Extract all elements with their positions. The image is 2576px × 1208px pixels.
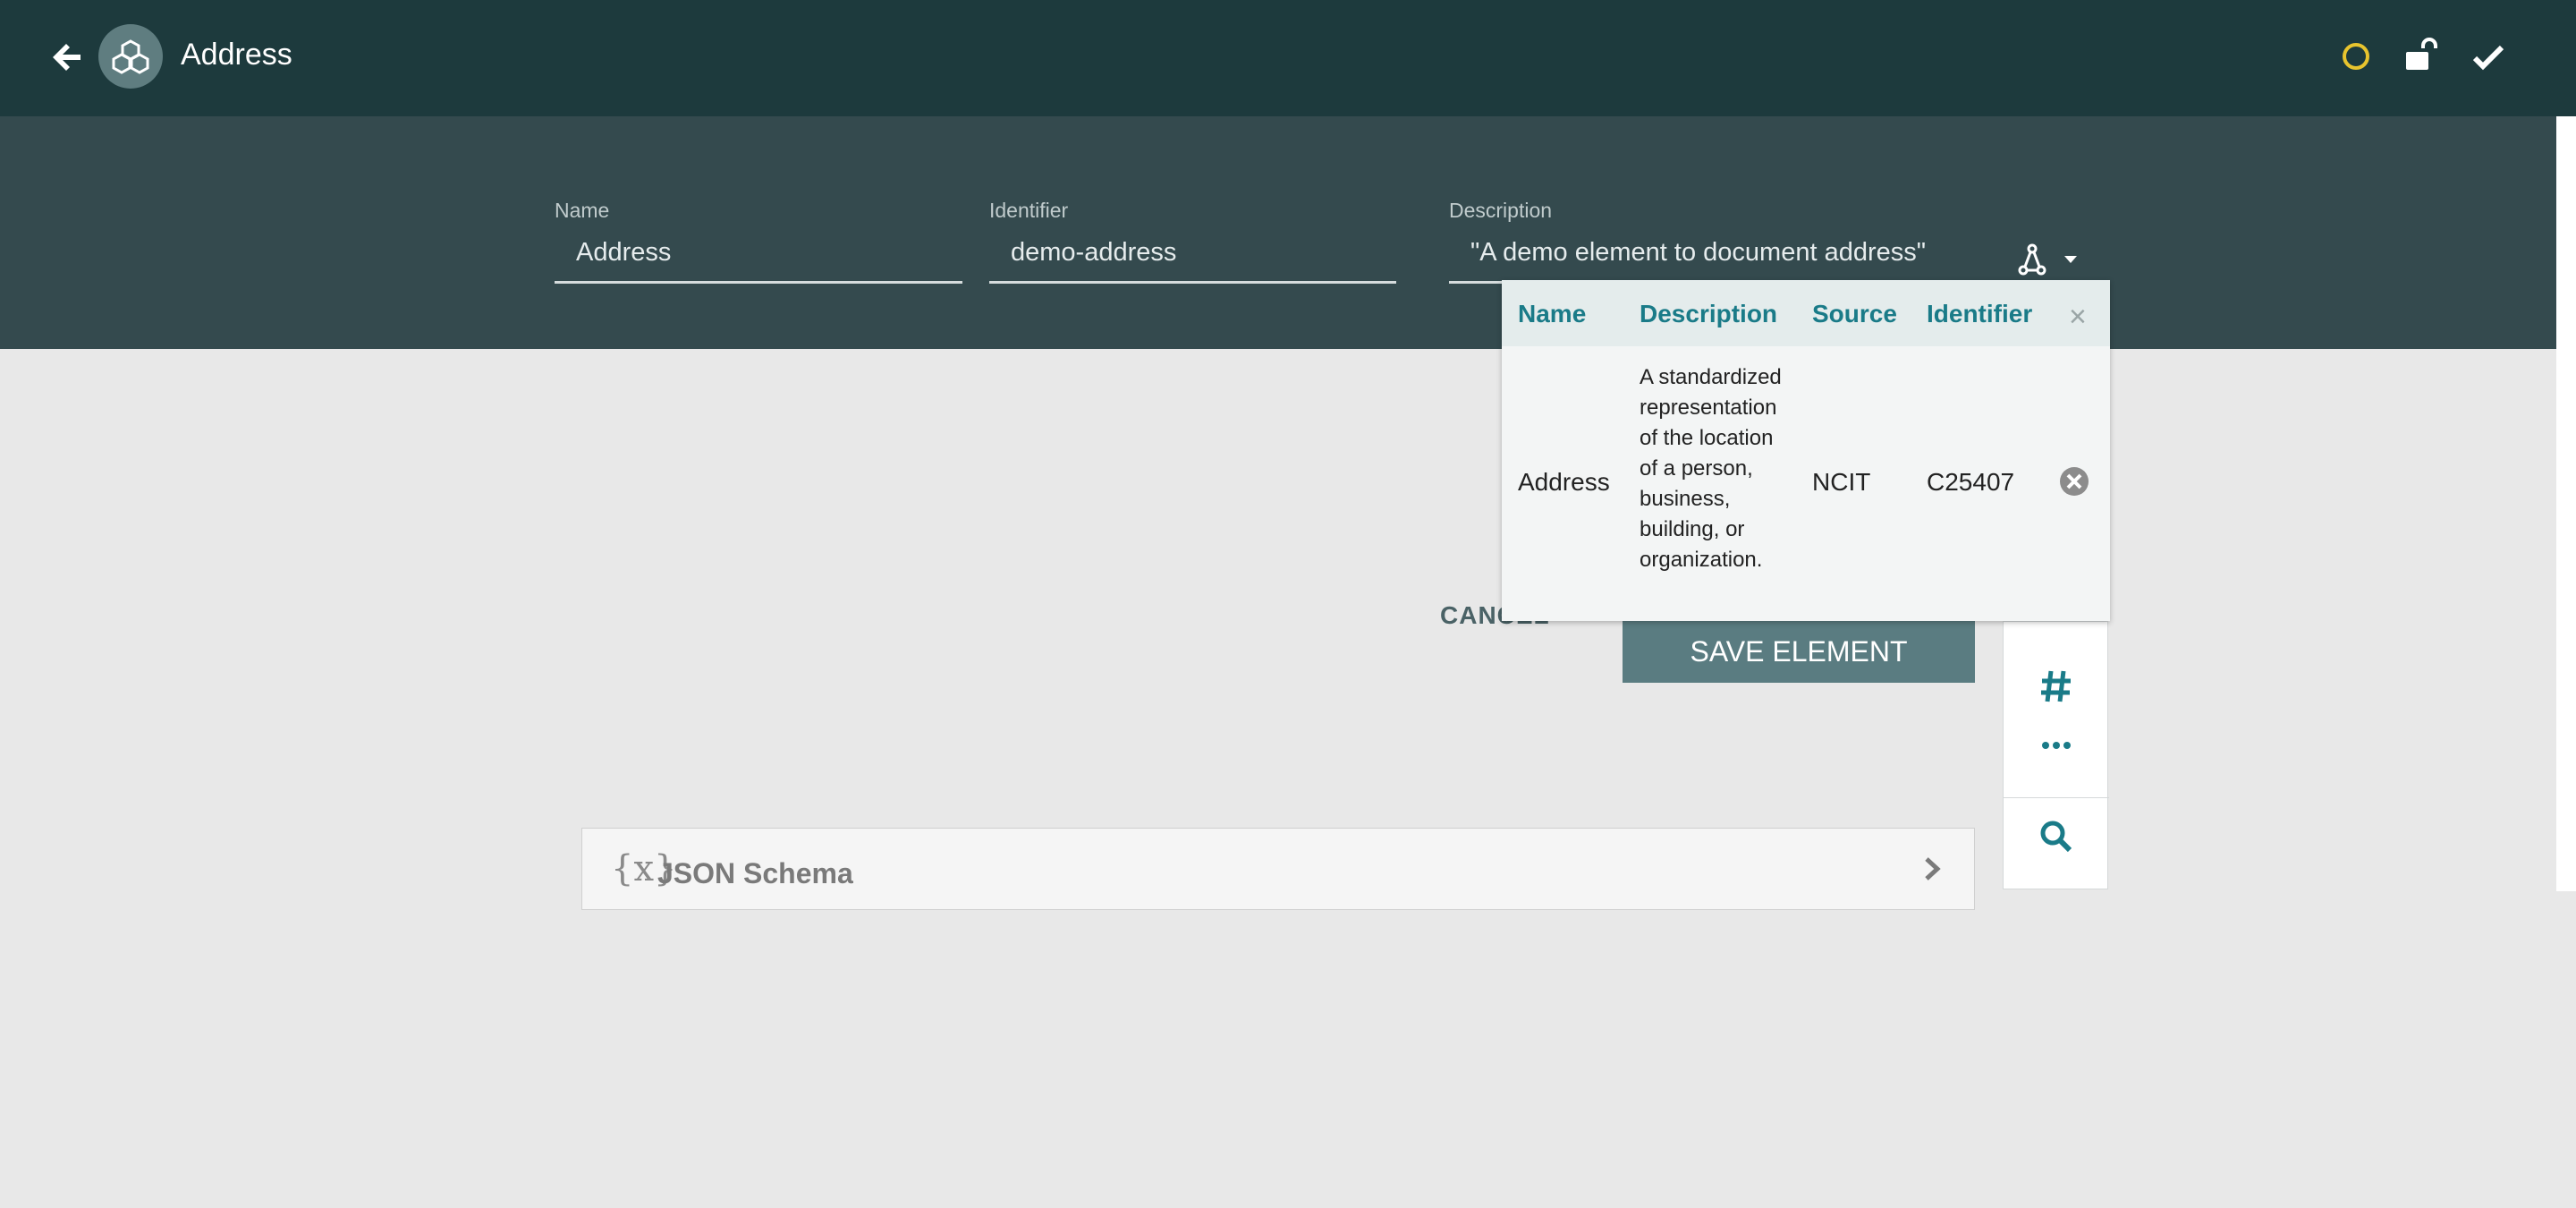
description-label: Description bbox=[1449, 199, 1553, 222]
name-input[interactable] bbox=[576, 238, 952, 268]
row-identifier: C25407 bbox=[1927, 468, 2015, 496]
remove-circle-icon[interactable] bbox=[2058, 465, 2090, 498]
status-circle-icon bbox=[2343, 43, 2369, 70]
top-app-bar: Address bbox=[0, 0, 2576, 116]
checkmark-icon[interactable] bbox=[2470, 39, 2506, 75]
row-source: NCIT bbox=[1812, 468, 1871, 496]
semantic-link-popover: Name Description Source Identifier × Add… bbox=[1502, 280, 2110, 621]
cubes-icon bbox=[98, 24, 163, 89]
column-header-description: Description bbox=[1640, 300, 1778, 328]
page-title: Address bbox=[181, 38, 292, 72]
identifier-label: Identifier bbox=[989, 199, 1069, 222]
description-underline bbox=[1449, 281, 1503, 284]
column-header-source: Source bbox=[1812, 300, 1897, 328]
ellipsis-icon bbox=[2042, 742, 2071, 749]
arrow-left-icon[interactable] bbox=[50, 39, 86, 75]
toolbar-search-button[interactable] bbox=[2004, 819, 2109, 855]
vertical-scrollbar[interactable] bbox=[2556, 116, 2576, 891]
description-input[interactable] bbox=[1470, 238, 1927, 268]
name-field: Name bbox=[555, 199, 962, 369]
unlock-icon[interactable] bbox=[2403, 38, 2439, 73]
save-element-button[interactable]: SAVE ELEMENT bbox=[1623, 621, 1975, 683]
element-form-panel: Name Identifier Description bbox=[0, 116, 2556, 349]
identifier-underline bbox=[989, 281, 1396, 284]
search-icon bbox=[2040, 821, 2072, 853]
toolbar-divider bbox=[2004, 797, 2109, 798]
side-toolbar bbox=[2003, 586, 2109, 889]
identifier-field: Identifier bbox=[989, 199, 1396, 369]
semantic-link-button[interactable] bbox=[2016, 242, 2084, 277]
name-label: Name bbox=[555, 199, 610, 222]
toolbar-hash-button[interactable] bbox=[2004, 668, 2109, 704]
json-schema-accordion[interactable]: {x} JSON Schema bbox=[581, 828, 1975, 910]
hash-icon bbox=[2041, 670, 2071, 702]
identifier-input[interactable] bbox=[1011, 238, 1386, 268]
close-icon[interactable]: × bbox=[2069, 302, 2087, 332]
caret-down-icon bbox=[2064, 256, 2077, 263]
name-underline bbox=[555, 281, 962, 284]
graph-nodes-icon bbox=[2018, 243, 2077, 276]
chevron-right-icon bbox=[1925, 857, 1941, 880]
column-header-name: Name bbox=[1518, 300, 1587, 328]
column-header-identifier: Identifier bbox=[1927, 300, 2033, 328]
json-schema-label: JSON Schema bbox=[657, 857, 853, 889]
toolbar-more-button[interactable] bbox=[2004, 738, 2109, 753]
row-description: A standardized representation of the loc… bbox=[1640, 365, 1782, 572]
row-name: Address bbox=[1518, 468, 1610, 496]
popover-header: Name Description Source Identifier × bbox=[1502, 280, 2110, 346]
